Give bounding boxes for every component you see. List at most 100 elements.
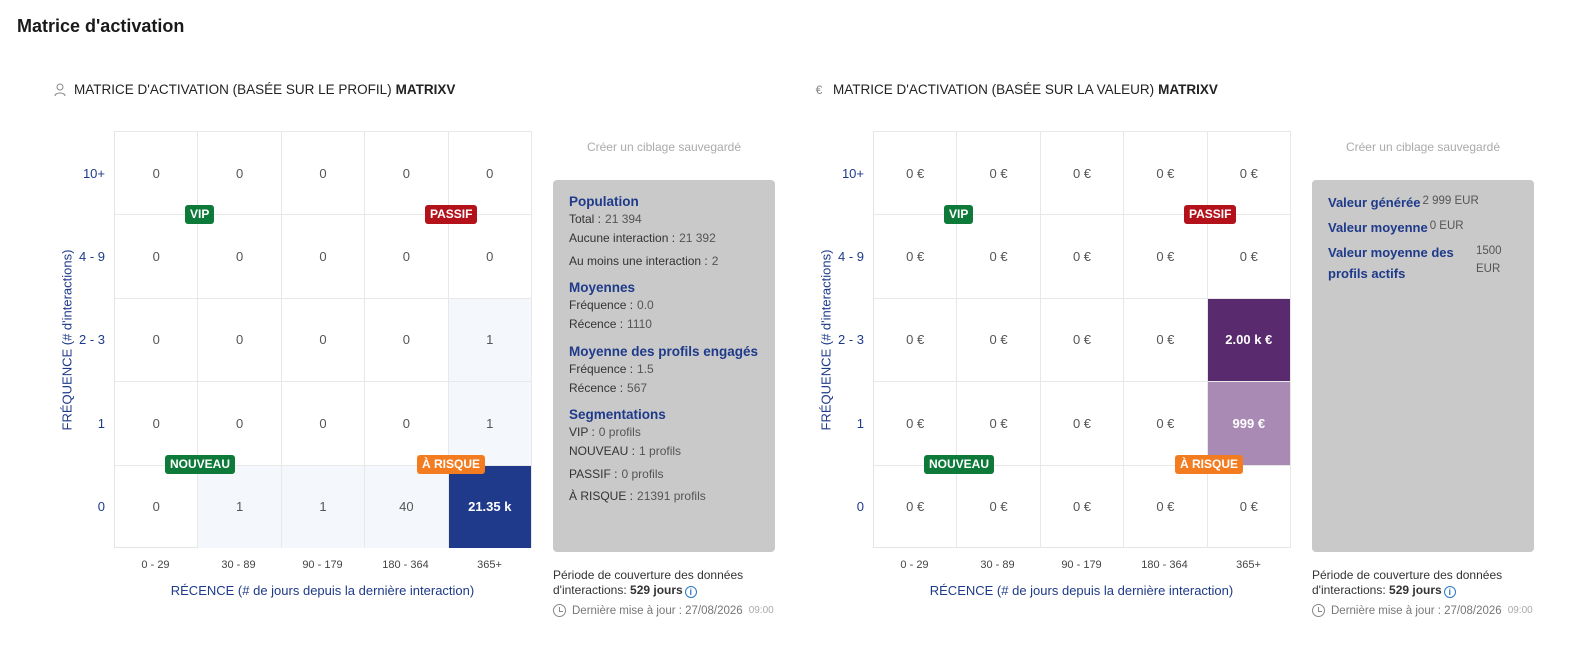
matrix-cell[interactable]: 0 € (874, 464, 958, 548)
matrix-cell[interactable]: 0 (365, 297, 449, 382)
matrix-cell[interactable]: 0 € (1207, 214, 1291, 298)
matrix-cell[interactable]: 0 (115, 214, 199, 298)
create-saved-targeting-link[interactable]: Créer un ciblage sauvegardé (553, 140, 775, 154)
matrix-cell[interactable]: 0 (365, 131, 449, 215)
matrix-cell[interactable]: 0 (198, 214, 282, 298)
x-axis-label: RÉCENCE (# de jours depuis la dernière i… (170, 583, 475, 598)
matrix-cell[interactable]: 0 (365, 381, 449, 465)
x-tick: 365+ (1236, 559, 1261, 571)
matrix-cell[interactable]: 0 € (1124, 381, 1208, 465)
population-one-interaction: Au moins une interaction :2 (569, 253, 719, 268)
coverage-period: Période de couverture des données d'inte… (1312, 568, 1503, 598)
matrix-cell[interactable]: 0 € (874, 381, 958, 465)
matrix-cell[interactable]: 0 € (1124, 131, 1208, 215)
averages-title: Moyennes (569, 280, 636, 295)
matrix-cell[interactable]: 0 € (957, 131, 1041, 215)
profile-stats-box: Population Total :21 394 Aucune interact… (553, 180, 775, 552)
y-tick: 1 (97, 416, 105, 431)
create-saved-targeting-link[interactable]: Créer un ciblage sauvegardé (1312, 140, 1534, 154)
matrix-cell[interactable]: 1 (281, 464, 366, 548)
passif-badge: PASSIF (1184, 205, 1237, 224)
person-icon (54, 83, 66, 97)
matrix-cell[interactable]: 0 € (1207, 131, 1291, 215)
x-tick: 90 - 179 (302, 559, 343, 571)
segmentations-section: Segmentations VIP :0 profils NOUVEAU :1 … (569, 407, 759, 508)
info-icon[interactable]: i (1443, 586, 1456, 598)
y-tick: 0 (856, 499, 864, 514)
matrix-cell[interactable]: 0 € (1040, 381, 1125, 465)
segment-vip: VIP :0 profils (569, 425, 641, 439)
matrix-cell[interactable]: 1 (448, 297, 532, 382)
matrix-cell[interactable]: 0 € (957, 381, 1041, 465)
matrix-cell[interactable]: 0 (115, 131, 199, 215)
matrix-cell[interactable]: 0 (281, 131, 366, 215)
profile-matrix-panel: MATRICE D'ACTIVATION (BASÉE SUR LE PROFI… (0, 0, 775, 652)
matrix-cell[interactable]: 0 (198, 297, 282, 382)
x-tick: 365+ (477, 559, 502, 571)
generated-value-row: Valeur générée 2 999 EUR (1328, 195, 1479, 210)
matrix-cell[interactable]: 0 (448, 214, 532, 298)
matrix-cell[interactable]: 0 (198, 131, 282, 215)
averages-section: Moyennes Fréquence :0.0 Récence :1110 (569, 280, 759, 336)
matrix-cell[interactable]: 0 (115, 297, 199, 382)
engaged-recency: Récence :567 (569, 380, 648, 395)
matrix-cell[interactable]: 1 (198, 464, 282, 548)
matrix-cell[interactable]: 0 (198, 381, 282, 465)
coverage-period: Période de couverture des données d'inte… (553, 568, 744, 598)
matrix-cell[interactable]: 0 (281, 381, 366, 465)
matrix-cell[interactable]: 21.35 k (448, 464, 532, 548)
y-tick: 1 (856, 416, 864, 431)
matrix-cell[interactable]: 0 € (1124, 214, 1208, 298)
matrix-cell[interactable]: 0 € (1040, 464, 1125, 548)
matrix-cell[interactable]: 0 € (1040, 214, 1125, 298)
matrix-cell[interactable]: 0 (281, 214, 366, 298)
clock-icon (553, 604, 566, 617)
x-tick: 30 - 89 (980, 559, 1015, 571)
matrix-cell[interactable]: 0 € (874, 297, 958, 382)
matrix-cell[interactable]: 1 (448, 381, 532, 465)
matrix-cell[interactable]: 0 (365, 214, 449, 298)
x-tick: 30 - 89 (221, 559, 256, 571)
matrix-cell[interactable]: 0 (115, 464, 199, 548)
heading-matrix-name: MATRIXV (395, 82, 456, 97)
matrix-cell[interactable]: 0 € (1207, 464, 1291, 548)
heading-prefix: MATRICE D'ACTIVATION (BASÉE SUR LE PROFI… (74, 82, 392, 97)
value-matrix-panel: € MATRICE D'ACTIVATION (BASÉE SUR LA VAL… (760, 0, 1534, 652)
matrix-cell[interactable]: 2.00 k € (1207, 297, 1291, 382)
vip-badge: VIP (185, 205, 215, 224)
heading-matrix-name: MATRIXV (1158, 82, 1218, 97)
matrix-cell[interactable]: 0 € (957, 297, 1041, 382)
passif-badge: PASSIF (425, 205, 478, 224)
matrix-cell[interactable]: 0 (115, 381, 199, 465)
x-tick: 0 - 29 (141, 559, 170, 571)
y-tick: 10+ (841, 166, 864, 181)
matrix-cell[interactable]: 0 € (874, 131, 958, 215)
matrix-cell[interactable]: 0 € (957, 214, 1041, 298)
matrix-cell[interactable]: 40 (365, 464, 449, 548)
population-section: Population Total :21 394 Aucune interact… (569, 194, 759, 272)
averages-recency: Récence :1110 (569, 317, 652, 331)
matrix-cell[interactable]: 0 (281, 297, 366, 382)
engaged-averages-section: Moyenne des profils engagés Fréquence :1… (569, 344, 759, 400)
profile-matrix-heading: MATRICE D'ACTIVATION (BASÉE SUR LE PROFI… (54, 82, 455, 97)
segment-passif: PASSIF :0 profils (569, 466, 664, 481)
x-tick: 90 - 179 (1061, 559, 1102, 571)
matrix-cell[interactable]: 0 € (1124, 297, 1208, 382)
matrix-cell[interactable]: 999 € (1207, 381, 1291, 465)
active-average-value-row: Valeur moyenne des profils actifs 1500 E… (1328, 245, 1502, 281)
profile-matrix-grid: 0 0 0 0 0 0 0 0 0 0 0 0 0 0 1 0 0 0 0 1 … (114, 131, 532, 548)
engaged-averages-title: Moyenne des profils engagés (569, 343, 759, 359)
matrix-cell[interactable]: 0 € (874, 214, 958, 298)
last-updated: Dernière mise à jour : 27/08/2026 09:00 (553, 604, 774, 617)
y-tick: 2 - 3 (78, 332, 105, 347)
value-matrix-grid: 0 € 0 € 0 € 0 € 0 € 0 € 0 € 0 € 0 € 0 € … (873, 131, 1291, 548)
population-no-interaction: Aucune interaction :21 392 (569, 231, 716, 245)
matrix-cell[interactable]: 0 € (1040, 131, 1125, 215)
matrix-cell[interactable]: 0 € (957, 464, 1041, 548)
matrix-cell[interactable]: 0 (448, 131, 532, 215)
matrix-cell[interactable]: 0 € (1124, 464, 1208, 548)
matrix-cell[interactable]: 0 € (1040, 297, 1125, 382)
a-risque-badge: À RISQUE (417, 455, 486, 474)
info-icon[interactable]: i (684, 586, 697, 598)
heading-prefix: MATRICE D'ACTIVATION (BASÉE SUR LA VALEU… (833, 82, 1155, 97)
